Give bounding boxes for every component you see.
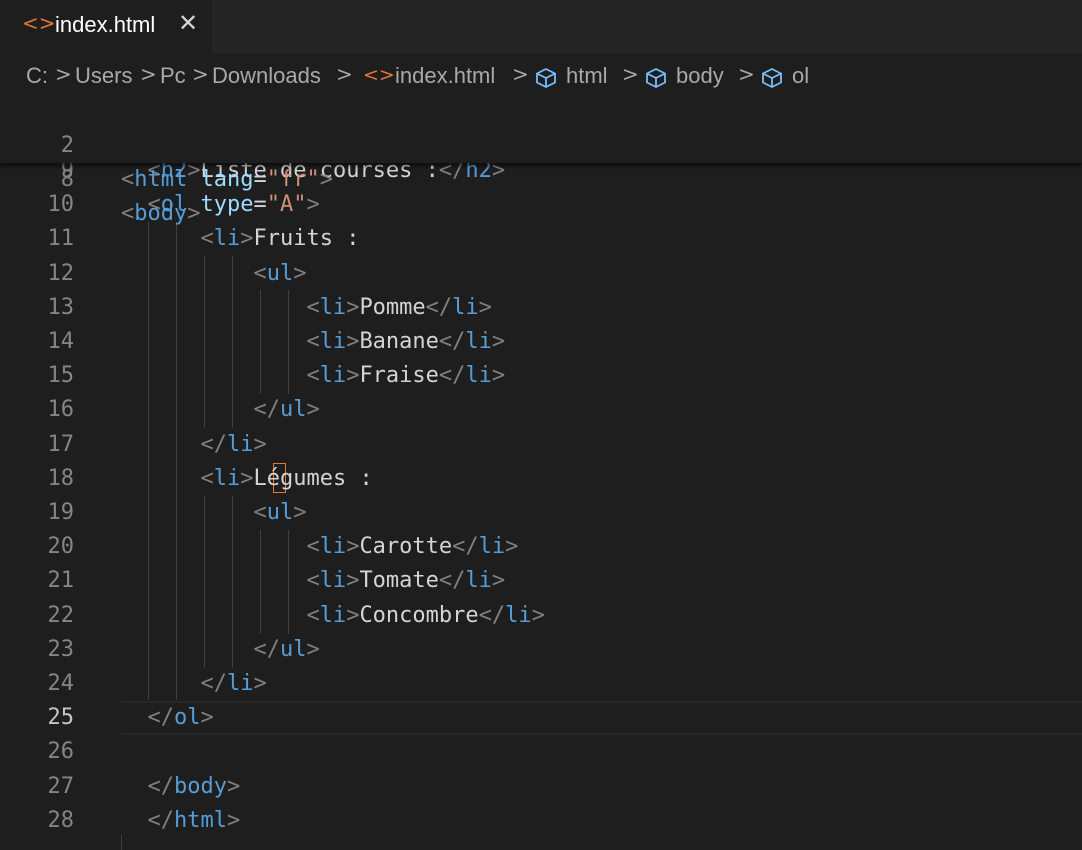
code-text: </li> (200, 671, 267, 696)
breadcrumb-item-ol[interactable]: ol (792, 63, 809, 89)
sticky-line[interactable]: 8 <body> (0, 129, 1082, 226)
close-icon[interactable]: ✕ (178, 9, 198, 37)
code-text: </body> (147, 773, 241, 799)
symbol-element-icon (646, 67, 666, 89)
code-text: <li>Fraise</li> (306, 363, 506, 389)
code-line[interactable]: 25 </ol> (0, 701, 1082, 735)
line-number: 8 (60, 167, 74, 192)
sticky-line[interactable]: 2 <html lang="fr"> (0, 95, 1082, 192)
breadcrumb: C: > Users > Pc > Downloads > <> index.h… (0, 53, 1082, 95)
code-line[interactable]: 20 <li>Carotte</li> (0, 530, 1082, 564)
breadcrumb-item-body[interactable]: body (676, 63, 724, 89)
chevron-right-icon: > (192, 62, 209, 86)
line-number: 19 (47, 500, 75, 525)
code-line[interactable]: 17 </li> (0, 428, 1082, 462)
breadcrumb-item-pc[interactable]: Pc (160, 63, 186, 89)
code-line[interactable]: 18 <li>Légumes : (0, 462, 1082, 496)
chevron-right-icon: > (512, 62, 529, 86)
code-line[interactable]: 19 <ul> (0, 496, 1082, 530)
line-number: 13 (47, 294, 75, 320)
chevron-right-icon: > (140, 62, 157, 86)
code-line[interactable]: 27 </body> (0, 770, 1082, 804)
code-text: <li>Légumes : (200, 465, 373, 491)
symbol-element-icon (762, 67, 782, 89)
line-number: 23 (47, 636, 75, 662)
code-text: </ol> (147, 705, 214, 731)
code-line[interactable]: 15 <li>Fraise</li> (0, 359, 1082, 393)
breadcrumb-item-file[interactable]: index.html (395, 63, 495, 89)
code-text: <li>Tomate</li> (306, 568, 506, 594)
code-text: <ul> (253, 260, 307, 286)
html-file-icon: <> (22, 11, 56, 35)
tab-index-html[interactable]: <> index.html ✕ (0, 0, 212, 53)
code-text: </ul> (253, 636, 320, 662)
chevron-right-icon: > (622, 62, 639, 86)
code-line[interactable]: 21 <li>Tomate</li> (0, 564, 1082, 598)
line-number: 18 (47, 465, 75, 491)
code-text: </li> (200, 431, 267, 457)
line-number: 20 (47, 534, 75, 560)
code-text: <html lang="fr"> (121, 167, 333, 192)
line-number: 25 (47, 705, 75, 731)
html-file-icon: <> (363, 64, 395, 86)
line-number: 24 (47, 671, 75, 696)
code-text: <body> (121, 201, 201, 226)
line-number: 21 (47, 568, 75, 594)
line-number: 14 (47, 329, 75, 354)
code-text: <li>Concombre</li> (306, 602, 545, 628)
chevron-right-icon: > (55, 62, 72, 86)
line-number: 27 (47, 773, 75, 799)
code-line[interactable]: 14 <li>Banane</li> (0, 325, 1082, 359)
code-line[interactable]: 23 </ul> (0, 633, 1082, 667)
code-text: <li>Carotte</li> (306, 534, 519, 560)
chevron-right-icon: > (336, 62, 353, 86)
chevron-right-icon: > (738, 62, 755, 86)
line-number: 15 (47, 363, 75, 389)
code-line[interactable]: 16 </ul> (0, 393, 1082, 427)
code-line[interactable]: 28 </html> (0, 804, 1082, 838)
breadcrumb-item-users[interactable]: Users (75, 63, 132, 89)
code-text: </ul> (253, 397, 320, 423)
breadcrumb-item-drive[interactable]: C: (26, 63, 48, 89)
tab-bar: <> index.html ✕ (0, 0, 1082, 53)
line-number: 28 (47, 807, 75, 833)
line-number: 16 (47, 397, 75, 423)
breadcrumb-item-html[interactable]: html (566, 63, 608, 89)
sticky-scroll[interactable]: 2 <html lang="fr"> 8 <body> (0, 95, 1082, 226)
code-text: <li>Banane</li> (306, 329, 506, 354)
symbol-element-icon (536, 67, 556, 89)
breadcrumb-item-downloads[interactable]: Downloads (212, 63, 321, 89)
code-line[interactable]: 22 <li>Concombre</li> (0, 599, 1082, 633)
code-text: </html> (147, 807, 241, 833)
code-text: <ul> (253, 500, 307, 525)
tab-label: index.html (55, 12, 156, 37)
line-number: 17 (47, 431, 75, 457)
code-text: <li>Pomme</li> (306, 294, 492, 320)
line-number: 22 (47, 602, 75, 628)
line-number: 26 (47, 739, 75, 765)
code-line[interactable]: 13 <li>Pomme</li> (0, 291, 1082, 325)
code-line[interactable]: 26 (0, 735, 1082, 769)
code-line[interactable]: 12 <ul> (0, 257, 1082, 291)
code-line[interactable]: 24 </li> (0, 667, 1082, 701)
